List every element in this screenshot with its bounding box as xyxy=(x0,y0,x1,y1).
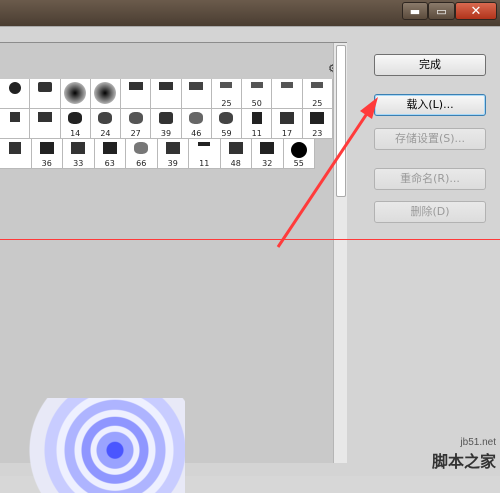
brush-cell[interactable]: 66 xyxy=(126,139,158,169)
brush-cell[interactable] xyxy=(181,79,212,109)
title-bar: ▬ ▭ ✕ xyxy=(0,0,500,26)
brush-size: 36 xyxy=(41,159,52,168)
load-button[interactable]: 载入(L)... xyxy=(374,94,486,116)
brush-cell[interactable] xyxy=(121,79,152,109)
minimize-icon: ▬ xyxy=(409,5,421,18)
brush-cell[interactable]: 11 xyxy=(189,139,221,169)
maximize-button[interactable]: ▭ xyxy=(428,2,455,20)
brush-cell[interactable] xyxy=(0,79,31,109)
save-settings-button[interactable]: 存储设置(S)... xyxy=(374,128,486,150)
brush-size: 14 xyxy=(70,129,81,138)
rename-button[interactable]: 重命名(R)... xyxy=(374,168,486,190)
minimize-button[interactable]: ▬ xyxy=(402,2,428,20)
brush-cell[interactable]: 25 xyxy=(211,79,243,109)
brush-cell[interactable] xyxy=(0,139,32,169)
brush-cell[interactable] xyxy=(0,109,31,139)
brush-size: 66 xyxy=(136,159,147,168)
watermark-url: jb51.net xyxy=(460,437,496,448)
arrow-annotation xyxy=(276,97,378,248)
brush-size: 11 xyxy=(251,129,262,138)
brush-size: 39 xyxy=(167,159,178,168)
brush-size: 39 xyxy=(160,129,172,138)
brush-size: 27 xyxy=(130,129,141,138)
brush-preview xyxy=(10,398,185,493)
brush-cell[interactable]: 33 xyxy=(63,139,95,169)
brush-cell[interactable]: 39 xyxy=(157,139,189,169)
brush-cell[interactable]: 59 xyxy=(211,109,243,139)
brush-size: 46 xyxy=(191,129,202,138)
delete-button[interactable]: 删除(D) xyxy=(374,201,486,223)
brush-cell[interactable]: 36 xyxy=(31,139,63,169)
done-button[interactable]: 完成 xyxy=(374,54,486,76)
brush-cell[interactable] xyxy=(30,79,61,109)
maximize-icon: ▭ xyxy=(436,5,447,18)
watermark-brand: 脚本之家 xyxy=(431,454,496,471)
close-button[interactable]: ✕ xyxy=(455,2,497,20)
brush-cell[interactable]: 39 xyxy=(151,109,182,139)
preset-manager-dialog: ⚙. 25 50 25 14 24 27 39 xyxy=(0,26,500,493)
brush-cell[interactable]: 14 xyxy=(60,109,91,139)
brush-size: 48 xyxy=(230,159,241,168)
brush-cell[interactable]: 50 xyxy=(242,79,273,109)
guide-line xyxy=(0,239,500,240)
brush-cell[interactable] xyxy=(30,109,61,139)
close-icon: ✕ xyxy=(470,4,482,19)
brush-size: 33 xyxy=(73,159,84,168)
brush-size: 11 xyxy=(199,159,210,168)
brush-size: 25 xyxy=(221,99,232,108)
brush-cell[interactable]: 46 xyxy=(181,109,212,139)
brush-size: 59 xyxy=(221,129,232,138)
brush-cell[interactable]: 63 xyxy=(94,139,126,169)
brush-size: 50 xyxy=(251,99,262,108)
brush-cell[interactable] xyxy=(60,79,91,109)
brush-cell[interactable] xyxy=(151,79,182,109)
brush-cell[interactable]: 24 xyxy=(90,109,122,139)
brush-cell[interactable]: 11 xyxy=(242,109,273,139)
watermark: jb51.net 脚本之家 xyxy=(432,437,496,472)
brush-cell[interactable]: 27 xyxy=(121,109,152,139)
brush-cell[interactable] xyxy=(90,79,122,109)
brush-size: 24 xyxy=(100,129,111,138)
brush-cell[interactable]: 48 xyxy=(220,139,252,169)
brush-size: 63 xyxy=(104,159,115,168)
